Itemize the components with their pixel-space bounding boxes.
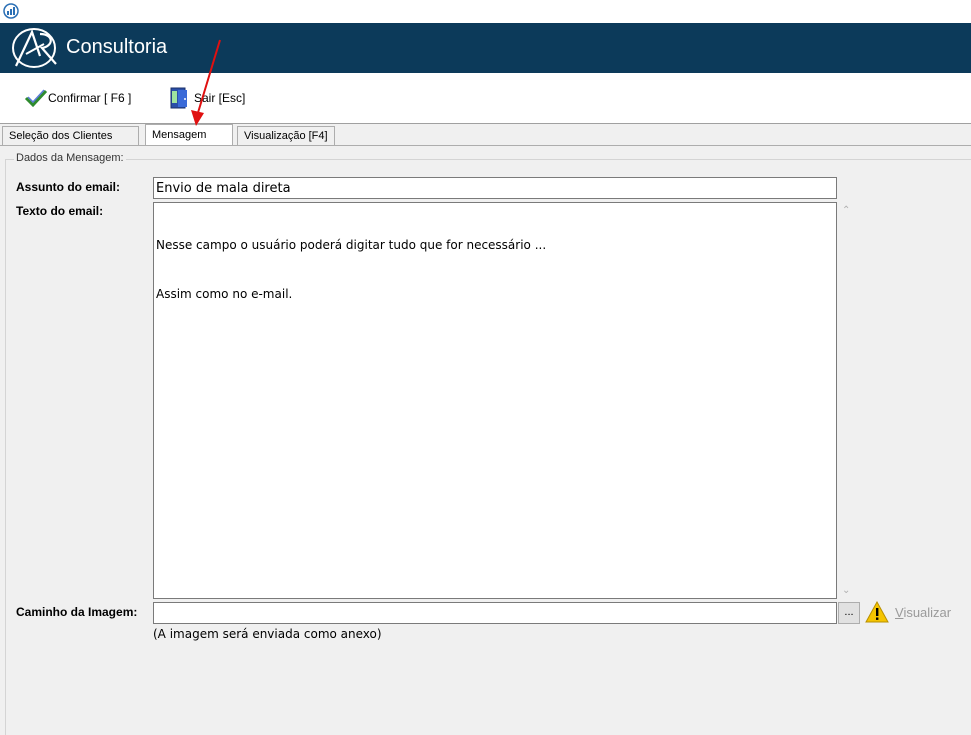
confirm-button-label: Confirmar [ F6 ] xyxy=(48,91,132,105)
subject-label: Assunto do email: xyxy=(16,180,121,194)
window-titlebar xyxy=(0,0,971,23)
preview-button[interactable]: Visualizar xyxy=(895,605,951,620)
header-banner: Consultoria xyxy=(0,23,971,73)
door-exit-icon xyxy=(170,87,187,109)
body-line: Assim como no e-mail. xyxy=(156,287,293,301)
body-textarea[interactable]: Nesse campo o usuário poderá digitar tud… xyxy=(153,202,837,599)
checkmark-icon xyxy=(24,89,48,108)
confirm-button[interactable]: Confirmar [ F6 ] xyxy=(24,85,131,111)
image-hint: (A imagem será enviada como anexo) xyxy=(153,627,382,641)
group-title: Dados da Mensagem: xyxy=(14,152,126,164)
toolbar: Confirmar [ F6 ] Sair [Esc] xyxy=(0,73,971,124)
image-path-label: Caminho da Imagem: xyxy=(16,605,138,619)
tab-client-selection[interactable]: Seleção dos Clientes [F2] xyxy=(2,126,139,161)
subject-input[interactable] xyxy=(153,177,837,199)
scroll-up-icon[interactable]: ⌃ xyxy=(842,205,850,216)
image-path-input[interactable] xyxy=(153,602,837,624)
brand-name: Consultoria xyxy=(66,36,168,58)
preview-label: isualizar xyxy=(903,605,952,620)
body-label: Texto do email: xyxy=(16,204,104,218)
tab-message[interactable]: Mensagem [F3] xyxy=(145,124,233,162)
body-line: Nesse campo o usuário poderá digitar tud… xyxy=(156,238,547,252)
app-chart-icon xyxy=(3,3,19,19)
tab-preview[interactable]: Visualização [F4] xyxy=(237,126,335,145)
exit-button-label: Sair [Esc] xyxy=(194,91,246,105)
tab-bar: Seleção dos Clientes [F2] Mensagem [F3] … xyxy=(0,124,971,162)
exit-button[interactable]: Sair [Esc] xyxy=(168,85,245,111)
brand-logo-icon xyxy=(12,28,57,68)
browse-button[interactable]: ... xyxy=(838,602,860,624)
scroll-down-icon[interactable]: ⌄ xyxy=(842,585,850,596)
warning-icon xyxy=(865,601,889,623)
